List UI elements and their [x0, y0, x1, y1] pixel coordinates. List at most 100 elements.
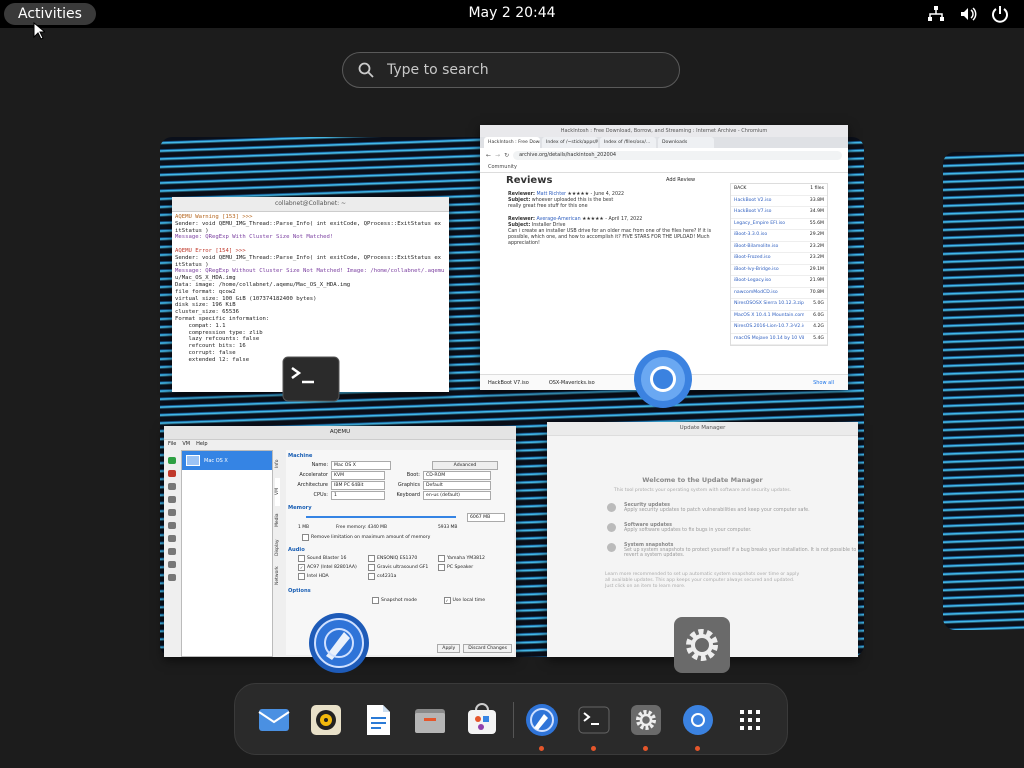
file-link[interactable]: NiresOS.2016-Lion-10.7.3-V2.iso: [734, 322, 804, 333]
pause-icon[interactable]: [168, 548, 176, 555]
menu-vm[interactable]: VM: [182, 440, 190, 449]
cpu-select[interactable]: 1: [331, 490, 385, 500]
chromium-icon[interactable]: [680, 702, 716, 738]
audio-checkbox[interactable]: Yamaha YM3812: [438, 555, 508, 562]
reload-icon[interactable]: ↻: [504, 152, 509, 159]
name-field[interactable]: Mac OS X: [331, 460, 391, 470]
audio-label: Yamaha YM3812: [447, 556, 485, 561]
file-link[interactable]: HackBoot V2.iso: [734, 196, 804, 207]
back-icon[interactable]: ←: [486, 152, 491, 159]
tool-icon[interactable]: [168, 509, 176, 516]
audio-checkbox[interactable]: Sound Blaster 16: [298, 555, 368, 562]
settings-icon: [674, 617, 730, 673]
file-row: iBoot-Bilamolite.iso 23.2M: [731, 242, 827, 253]
audio-checkbox[interactable]: ENSONIQ ES1370: [368, 555, 438, 562]
tool-icon[interactable]: [168, 496, 176, 503]
reviewer-link[interactable]: Matt Richter: [536, 192, 566, 197]
file-link[interactable]: iBoot-3.3.0.iso: [734, 230, 804, 241]
audio-checkbox[interactable]: cs4231a: [368, 573, 438, 580]
file-link[interactable]: MacOS X 10.4.1 Mountain.com.iso: [734, 311, 804, 322]
browser-tab[interactable]: Index of /~stick/apps/Mac...: [542, 137, 598, 148]
boot-select[interactable]: CD-ROM: [423, 470, 491, 480]
running-indicator: [539, 746, 544, 751]
audio-checkbox[interactable]: Intel HDA: [298, 573, 368, 580]
search-input[interactable]: [385, 61, 659, 79]
audio-checkbox[interactable]: Gravis ultrasound GF1: [368, 564, 438, 571]
network-icon[interactable]: [926, 4, 946, 24]
power-icon[interactable]: [990, 4, 1010, 24]
keyboard-select[interactable]: en-us (default): [423, 490, 491, 500]
local-time-checkbox[interactable]: ✓ Use local time: [443, 596, 513, 604]
add-review-button[interactable]: Add Review: [666, 177, 695, 183]
delete-vm-icon[interactable]: [168, 470, 176, 477]
memory-spinbox[interactable]: 6067 MB: [467, 512, 505, 522]
graphics-select[interactable]: Default: [423, 480, 491, 490]
aqemu-icon[interactable]: [524, 702, 560, 738]
file-row: MacOS X 10.4.1 Mountain.com.iso 6.0G: [731, 311, 827, 322]
writer-icon[interactable]: [360, 702, 396, 738]
file-link[interactable]: iBoot-Bilamolite.iso: [734, 242, 804, 253]
file-link[interactable]: nawcomModCD.iso: [734, 288, 804, 299]
menu-file[interactable]: File: [168, 440, 176, 449]
discard-changes-button[interactable]: Discard Changes: [463, 644, 512, 653]
memory-slider[interactable]: [306, 516, 456, 518]
tool-icon[interactable]: [168, 483, 176, 490]
terminal-icon[interactable]: [576, 702, 612, 738]
system-tray[interactable]: [926, 4, 1010, 24]
reviewer-link[interactable]: Average-American: [536, 217, 580, 222]
review-meta: ★★★★★ - April 17, 2022: [582, 216, 643, 222]
file-link[interactable]: iBoot-Frozed.iso: [734, 253, 804, 264]
tab-network[interactable]: Network: [275, 562, 280, 590]
snapshot-mode-checkbox[interactable]: Snapshot mode: [372, 596, 441, 604]
activities-button[interactable]: Activities: [4, 3, 96, 25]
save-icon[interactable]: [168, 535, 176, 542]
show-all-button[interactable]: Show all: [813, 380, 834, 386]
files-back-link[interactable]: BACK: [734, 184, 746, 195]
file-link[interactable]: Legacy_Empire EFI.iso: [734, 219, 804, 230]
tab-media[interactable]: Media: [275, 506, 280, 534]
play-icon[interactable]: [168, 522, 176, 529]
clock-button[interactable]: May 2 20:44: [468, 5, 555, 21]
browser-tab[interactable]: Index of /files/osx/...: [600, 137, 656, 148]
volume-icon[interactable]: [958, 4, 978, 24]
architecture-select[interactable]: IBM PC 64Bit: [331, 480, 385, 490]
advanced-button[interactable]: Advanced: [432, 460, 498, 470]
audio-checkbox[interactable]: ✓ AC97 (Intel 82801AA): [298, 564, 368, 571]
file-link[interactable]: NiresOSOSX Sierra 10.12.3.zip: [734, 299, 804, 310]
stop-icon[interactable]: [168, 561, 176, 568]
software-center-icon[interactable]: [464, 702, 500, 738]
app-grid-icon[interactable]: [732, 702, 768, 738]
workspace-next[interactable]: [943, 152, 1024, 630]
review-item: Reviewer: Matt Richter ★★★★★ - June 4, 2…: [508, 192, 625, 210]
tab-vm[interactable]: VM: [275, 478, 280, 506]
bookmarks-bar[interactable]: Community: [480, 162, 848, 173]
browser-tab[interactable]: Downloads: [658, 137, 714, 148]
audio-checkbox[interactable]: PC Speaker: [438, 564, 508, 571]
file-link[interactable]: iBoot-Ivy-Bridge.iso: [734, 265, 804, 276]
remove-limitation-checkbox[interactable]: Remove limitation on maximum amount of m…: [302, 533, 430, 541]
reset-icon[interactable]: [168, 574, 176, 581]
accelerator-select[interactable]: KVM: [331, 470, 385, 480]
menu-help[interactable]: Help: [196, 440, 207, 449]
download-item[interactable]: OSX-Mavericks.iso: [549, 380, 595, 386]
file-link[interactable]: HackBoot V7.iso: [734, 207, 804, 218]
apply-button[interactable]: Apply: [437, 644, 461, 653]
settings-icon[interactable]: [628, 702, 664, 738]
add-vm-icon[interactable]: [168, 457, 176, 464]
rhythmbox-icon[interactable]: [308, 702, 344, 738]
forward-icon[interactable]: →: [495, 152, 500, 159]
file-row: Legacy_Empire EFI.iso 55.6M: [731, 219, 827, 230]
tab-info[interactable]: Info: [275, 450, 280, 478]
browser-content: Reviews Reviewer: Matt Richter ★★★★★ - J…: [480, 173, 848, 373]
file-link[interactable]: macOS Mojave 10.14 by 10 Vibr PREP-V Sol…: [734, 334, 804, 345]
files-icon[interactable]: [412, 702, 448, 738]
file-row: NiresOS.2016-Lion-10.7.3-V2.iso 4.2G: [731, 322, 827, 334]
vm-list-item[interactable]: Mac OS X: [182, 451, 272, 470]
download-item[interactable]: HackBoot V7.iso: [488, 380, 529, 386]
address-bar[interactable]: archive.org/details/hackintosh_202004: [513, 150, 842, 160]
mail-app-icon[interactable]: [256, 702, 292, 738]
tab-display[interactable]: Display: [275, 534, 280, 562]
browser-tab[interactable]: HackIntosh : Free Downlo...: [484, 137, 540, 148]
search-bar[interactable]: [342, 52, 680, 88]
file-link[interactable]: iBoot-Legacy.iso: [734, 276, 804, 287]
